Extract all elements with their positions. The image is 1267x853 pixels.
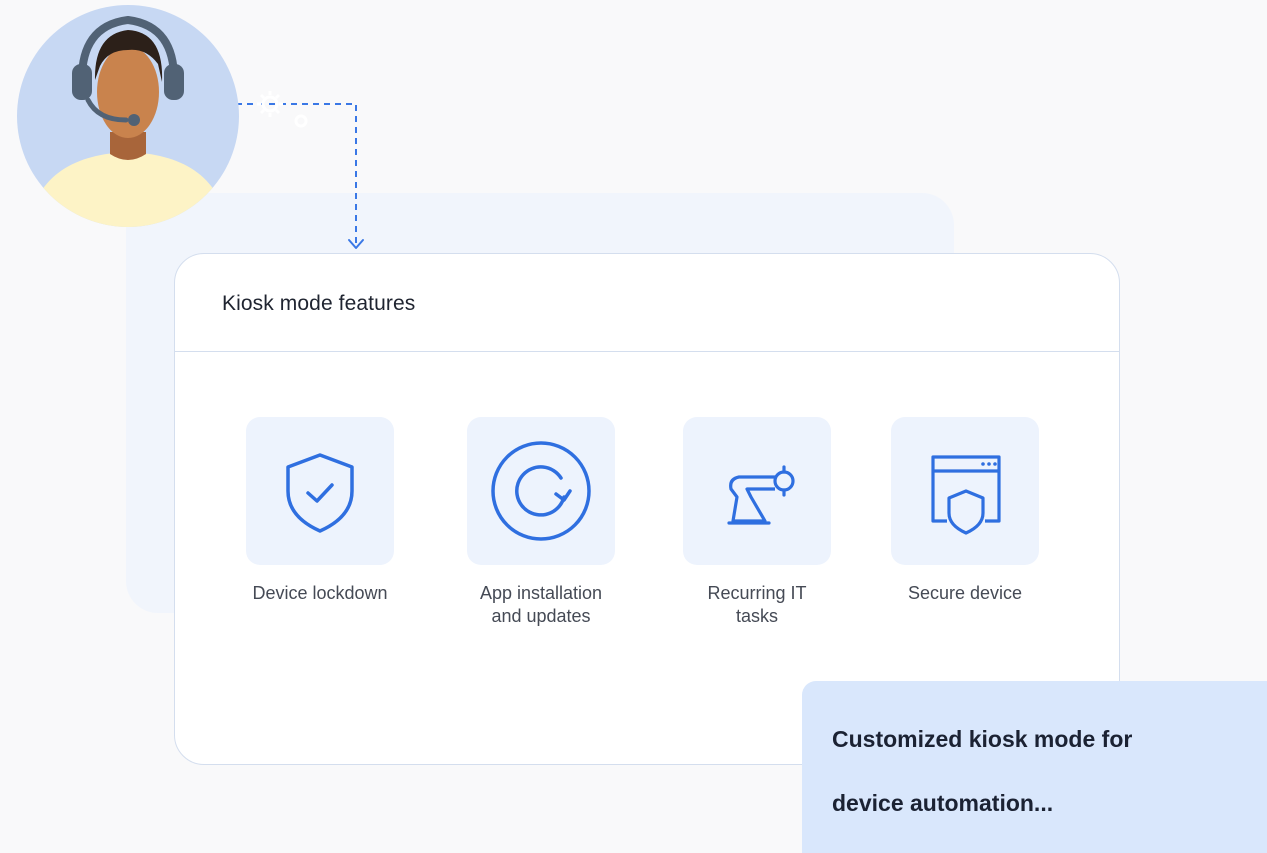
feature-app-installation[interactable]: App installation and updates bbox=[441, 417, 641, 628]
callout-banner: Customized kiosk mode for device automat… bbox=[802, 681, 1267, 853]
feature-label: App installation and updates bbox=[479, 583, 603, 626]
shield-check-icon bbox=[286, 453, 354, 533]
feature-icon-tile bbox=[467, 417, 615, 565]
card-title: Kiosk mode features bbox=[222, 292, 416, 315]
gear-icon bbox=[257, 91, 308, 128]
robotic-arm-icon bbox=[727, 465, 795, 525]
feature-icon-tile bbox=[891, 417, 1039, 565]
feature-secure-device[interactable]: Secure device bbox=[865, 417, 1065, 605]
feature-device-lockdown[interactable]: Device lockdown bbox=[220, 417, 420, 605]
feature-label: Recurring IT tasks bbox=[707, 583, 807, 626]
refresh-circle-icon bbox=[491, 441, 591, 541]
feature-recurring-it-tasks[interactable]: Recurring IT tasks bbox=[657, 417, 857, 628]
support-agent-avatar bbox=[17, 5, 239, 227]
card-header: Kiosk mode features bbox=[175, 254, 1119, 352]
feature-icon-tile bbox=[683, 417, 831, 565]
feature-label: Secure device bbox=[907, 583, 1023, 603]
callout-text-line1: Customized kiosk mode for bbox=[832, 726, 1133, 752]
browser-shield-icon bbox=[931, 455, 1001, 535]
feature-label: Device lockdown bbox=[252, 583, 388, 603]
feature-icon-tile bbox=[246, 417, 394, 565]
callout-text-line2: device automation... bbox=[832, 790, 1054, 816]
